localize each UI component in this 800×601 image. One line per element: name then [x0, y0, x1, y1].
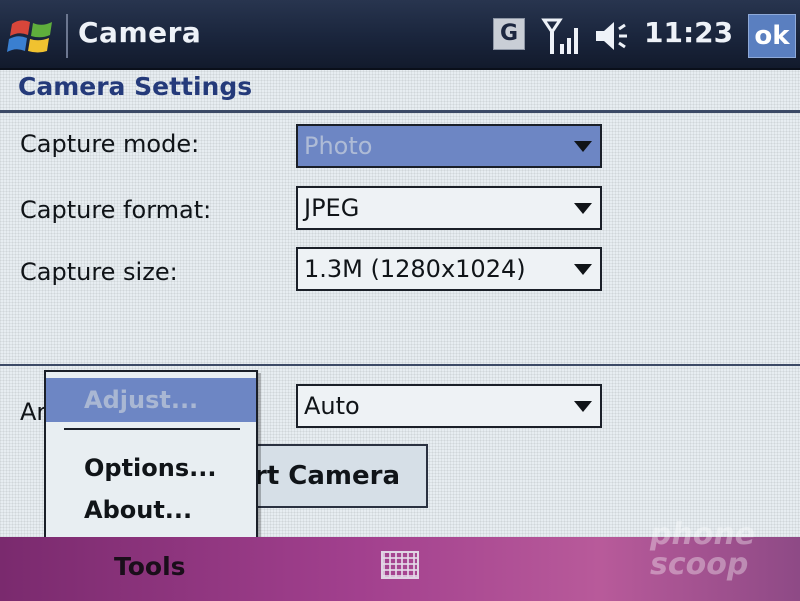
- start-camera-button[interactable]: rt Camera: [236, 444, 428, 508]
- capture-size-dropdown[interactable]: 1.3M (1280x1024): [296, 247, 602, 291]
- menu-separator: [64, 428, 240, 430]
- ok-button[interactable]: ok: [748, 14, 796, 58]
- capture-format-value: JPEG: [304, 194, 360, 222]
- menu-item-about[interactable]: About...: [46, 492, 256, 528]
- page-title: Camera Settings: [18, 72, 253, 101]
- ambient-label: Ar: [20, 398, 47, 426]
- tools-menu-button[interactable]: Tools: [114, 552, 186, 581]
- title-bar: Camera G 11:23 ok: [0, 0, 800, 70]
- chevron-down-icon: [574, 264, 592, 275]
- clock[interactable]: 11:23: [644, 16, 733, 49]
- tools-popup-menu: Adjust... Options... About...: [44, 370, 258, 540]
- ambient-value: Auto: [304, 392, 360, 420]
- chevron-down-icon: [574, 203, 592, 214]
- chevron-down-icon: [574, 401, 592, 412]
- menu-item-adjust[interactable]: Adjust...: [46, 378, 256, 422]
- capture-size-label: Capture size:: [20, 258, 178, 286]
- windows-start-icon[interactable]: [6, 14, 58, 58]
- capture-format-label: Capture format:: [20, 196, 212, 224]
- watermark-line1: phone: [650, 517, 756, 552]
- title-separator: [66, 14, 68, 58]
- capture-mode-value: Photo: [304, 132, 373, 160]
- capture-size-value: 1.3M (1280x1024): [304, 255, 526, 283]
- capture-mode-dropdown[interactable]: Photo: [296, 124, 602, 168]
- watermark-line2: scoop: [650, 547, 749, 582]
- chevron-down-icon: [574, 141, 592, 152]
- ambient-dropdown[interactable]: Auto: [296, 384, 602, 428]
- header-divider: [0, 110, 800, 113]
- signal-icon[interactable]: [540, 14, 584, 58]
- section-divider: [0, 364, 800, 366]
- menu-item-options[interactable]: Options...: [46, 450, 256, 486]
- watermark: phone scoop: [650, 520, 755, 580]
- capture-format-dropdown[interactable]: JPEG: [296, 186, 602, 230]
- start-camera-label: rt Camera: [254, 461, 401, 491]
- keyboard-icon[interactable]: [381, 551, 419, 579]
- capture-mode-label: Capture mode:: [20, 130, 200, 158]
- network-badge[interactable]: G: [493, 18, 525, 50]
- app-title: Camera: [78, 16, 202, 49]
- volume-icon[interactable]: [592, 18, 638, 54]
